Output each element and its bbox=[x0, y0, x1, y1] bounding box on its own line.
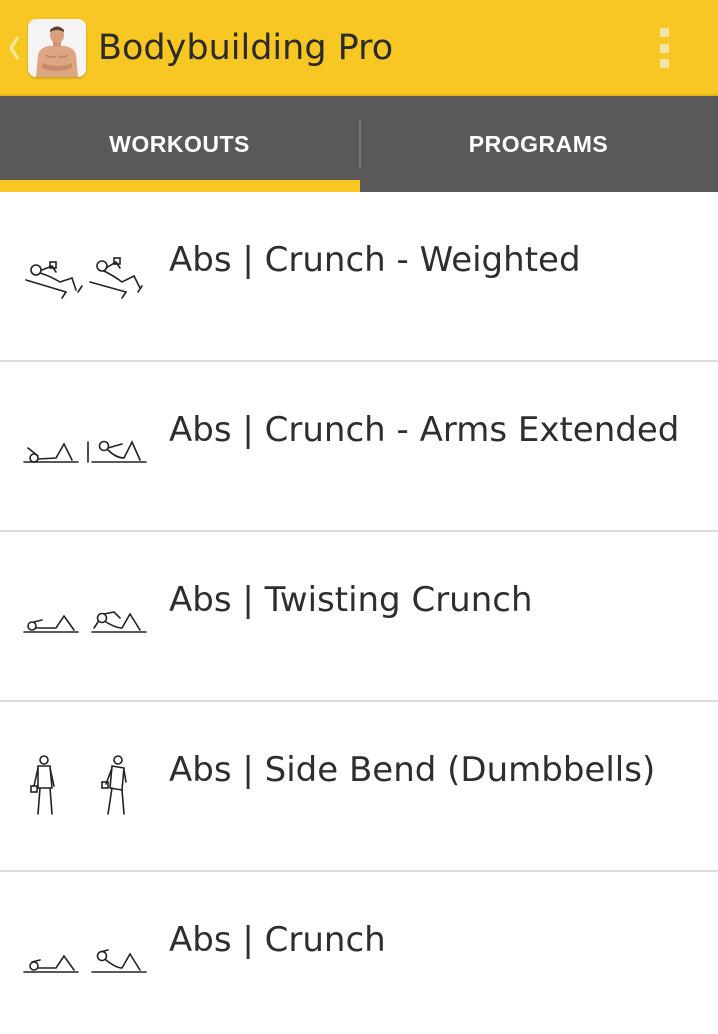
action-bar: Bodybuilding Pro bbox=[0, 0, 718, 96]
app-title: Bodybuilding Pro bbox=[98, 28, 394, 68]
app-logo-icon bbox=[28, 19, 86, 77]
workout-list: Abs | Crunch - Weighted Abs | Crunch - A… bbox=[0, 192, 718, 1034]
overflow-menu-button[interactable] bbox=[648, 24, 680, 72]
tab-bar: WORKOUTS PROGRAMS bbox=[0, 96, 718, 192]
overflow-menu-icon-dot bbox=[659, 43, 669, 53]
list-item[interactable]: Abs | Crunch - Arms Extended bbox=[0, 362, 718, 532]
list-item[interactable]: Abs | Crunch - Weighted bbox=[0, 192, 718, 362]
twisting-crunch-illustration bbox=[23, 611, 147, 633]
arms-extended-crunch-illustration bbox=[23, 440, 147, 463]
tab-programs[interactable]: PROGRAMS bbox=[359, 96, 718, 192]
workout-title: Abs | Side Bend (Dumbbells) bbox=[169, 750, 656, 790]
list-item[interactable]: Abs | Twisting Crunch bbox=[0, 532, 718, 702]
list-item[interactable]: Abs | Crunch bbox=[0, 872, 718, 1034]
list-item[interactable]: Abs | Side Bend (Dumbbells) bbox=[0, 702, 718, 872]
workout-title: Abs | Twisting Crunch bbox=[169, 580, 533, 620]
app-logo[interactable] bbox=[28, 19, 86, 77]
overflow-menu-icon-dot bbox=[659, 28, 669, 37]
side-bend-illustration bbox=[30, 755, 127, 815]
overflow-menu-icon-dot bbox=[659, 59, 669, 68]
workout-title: Abs | Crunch - Arms Extended bbox=[169, 410, 680, 450]
chevron-left-icon bbox=[9, 36, 20, 60]
workout-title: Abs | Crunch - Weighted bbox=[169, 240, 581, 280]
back-button[interactable] bbox=[6, 30, 22, 66]
crunch-illustration bbox=[23, 949, 147, 973]
tab-label: WORKOUTS bbox=[109, 130, 250, 157]
tab-label: PROGRAMS bbox=[468, 130, 609, 157]
workout-title: Abs | Crunch bbox=[169, 920, 386, 960]
tab-workouts[interactable]: WORKOUTS bbox=[0, 96, 359, 192]
selected-tab-indicator bbox=[0, 180, 360, 192]
weighted-crunch-illustration bbox=[25, 257, 143, 299]
